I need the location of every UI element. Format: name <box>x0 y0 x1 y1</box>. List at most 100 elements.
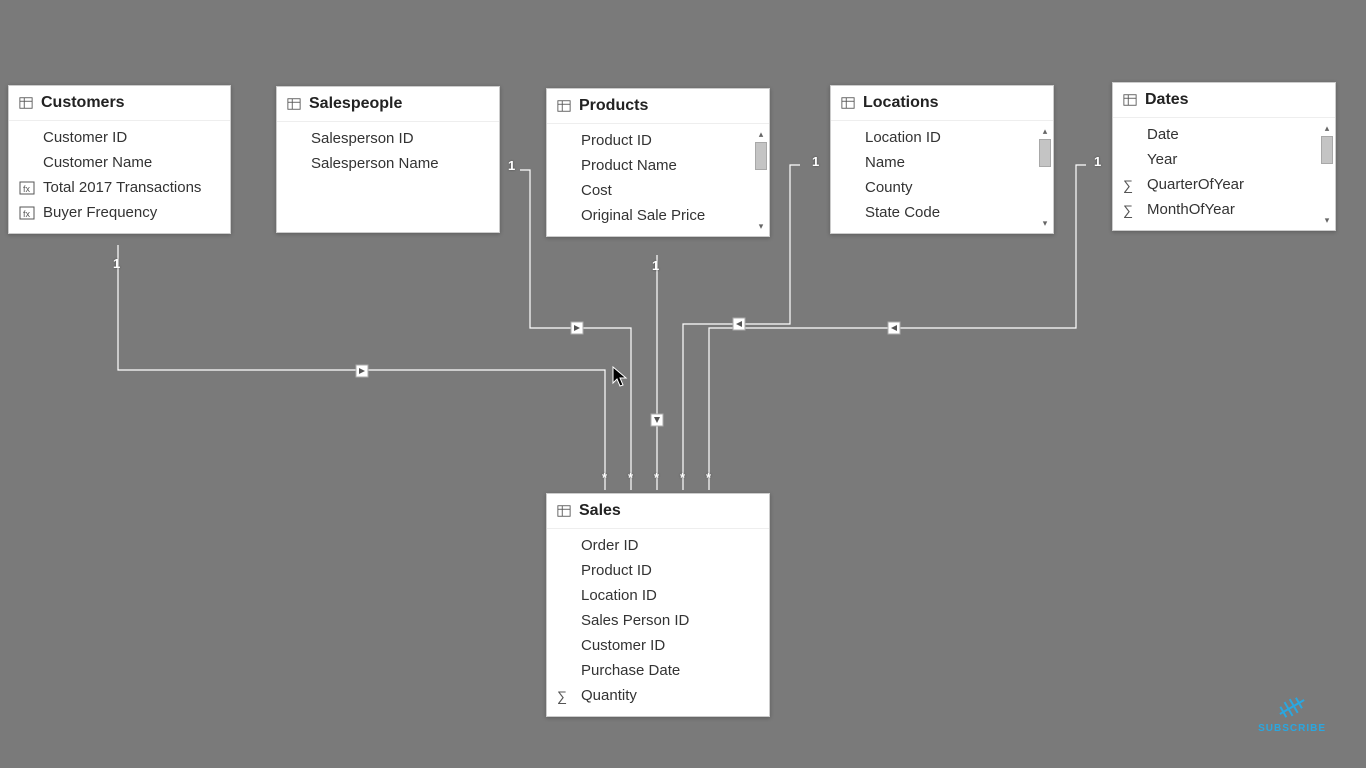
field-label: Customer ID <box>43 129 127 146</box>
field-label: Location ID <box>581 587 657 604</box>
scroll-down-icon[interactable]: ▾ <box>1039 217 1051 229</box>
scroll-thumb[interactable] <box>1321 136 1333 164</box>
field[interactable]: State Code <box>831 200 1053 225</box>
field[interactable]: Customer ID <box>547 633 769 658</box>
field[interactable]: Salesperson ID <box>277 126 499 151</box>
cardinality-one: 1 <box>113 256 120 271</box>
field[interactable]: Year <box>1113 147 1335 172</box>
table-sales[interactable]: Sales Order ID Product ID Location ID Sa… <box>546 493 770 717</box>
field[interactable]: fx Buyer Frequency <box>9 200 230 225</box>
table-dates[interactable]: Dates Date Year ∑ QuarterOfYear ∑ MonthO… <box>1112 82 1336 231</box>
field-label: Salesperson Name <box>311 155 439 172</box>
field-label: Cost <box>581 182 612 199</box>
field-label: QuarterOfYear <box>1147 176 1244 193</box>
svg-text:fx: fx <box>23 184 31 194</box>
scrollbar[interactable]: ▴ ▾ <box>1321 122 1333 226</box>
table-header[interactable]: Customers <box>9 86 230 121</box>
field[interactable]: Cost <box>547 178 769 203</box>
field-label: Total 2017 Transactions <box>43 179 201 196</box>
cardinality-one: 1 <box>652 258 659 273</box>
cardinality-one: 1 <box>1094 154 1101 169</box>
table-icon <box>841 96 855 110</box>
scrollbar[interactable]: ▴ ▾ <box>755 128 767 232</box>
field-label: County <box>865 179 913 196</box>
subscribe-icon <box>1272 693 1312 721</box>
field-label: Date <box>1147 126 1179 143</box>
table-title: Products <box>579 97 648 115</box>
field[interactable]: Location ID <box>831 125 1053 150</box>
cardinality-many: * <box>602 470 607 485</box>
scroll-down-icon[interactable]: ▾ <box>755 220 767 232</box>
field[interactable]: Sales Person ID <box>547 608 769 633</box>
table-locations[interactable]: Locations Location ID Name County State … <box>830 85 1054 234</box>
subscribe-label: SUBSCRIBE <box>1258 723 1326 734</box>
table-fields: Date Year ∑ QuarterOfYear ∑ MonthOfYear … <box>1113 118 1335 230</box>
cursor-icon <box>612 366 630 388</box>
table-icon <box>557 504 571 518</box>
field[interactable]: Order ID <box>547 533 769 558</box>
table-fields: Customer ID Customer Name fx Total 2017 … <box>9 121 230 233</box>
table-title: Salespeople <box>309 95 402 113</box>
field[interactable]: Name <box>831 150 1053 175</box>
measure-icon: fx <box>19 205 35 221</box>
table-title: Locations <box>863 94 939 112</box>
field[interactable]: ∑ Quantity <box>547 683 769 708</box>
table-header[interactable]: Products <box>547 89 769 124</box>
field-label: Quantity <box>581 687 637 704</box>
field[interactable]: Date <box>1113 122 1335 147</box>
field[interactable]: Customer Name <box>9 150 230 175</box>
table-customers[interactable]: Customers Customer ID Customer Name fx T… <box>8 85 231 234</box>
field-label: Buyer Frequency <box>43 204 157 221</box>
table-header[interactable]: Locations <box>831 86 1053 121</box>
svg-text:fx: fx <box>23 209 31 219</box>
table-header[interactable]: Sales <box>547 494 769 529</box>
field-label: MonthOfYear <box>1147 201 1235 218</box>
scrollbar[interactable]: ▴ ▾ <box>1039 125 1051 229</box>
table-icon <box>557 99 571 113</box>
field-label: Salesperson ID <box>311 130 414 147</box>
table-icon <box>1123 93 1137 107</box>
table-fields: Salesperson ID Salesperson Name <box>277 122 499 232</box>
field-label: Original Sale Price <box>581 207 705 224</box>
field[interactable]: Product Name <box>547 153 769 178</box>
field[interactable]: Original Sale Price <box>547 203 769 228</box>
field-label: State Code <box>865 204 940 221</box>
field-label: Sales Person ID <box>581 612 689 629</box>
scroll-thumb[interactable] <box>1039 139 1051 167</box>
cardinality-many: * <box>654 470 659 485</box>
table-fields: Location ID Name County State Code ▴ ▾ <box>831 121 1053 233</box>
scroll-down-icon[interactable]: ▾ <box>1321 214 1333 226</box>
table-icon <box>287 97 301 111</box>
table-title: Dates <box>1145 91 1189 109</box>
field[interactable]: Product ID <box>547 558 769 583</box>
table-icon <box>19 96 33 110</box>
table-fields: Product ID Product Name Cost Original Sa… <box>547 124 769 236</box>
field-label: Location ID <box>865 129 941 146</box>
table-title: Sales <box>579 502 621 520</box>
subscribe-watermark: SUBSCRIBE <box>1258 693 1326 734</box>
field[interactable]: Product ID <box>547 128 769 153</box>
scroll-thumb[interactable] <box>755 142 767 170</box>
field[interactable]: Purchase Date <box>547 658 769 683</box>
cardinality-many: * <box>680 470 685 485</box>
field-label: Name <box>865 154 905 171</box>
field-label: Order ID <box>581 537 639 554</box>
field[interactable]: Customer ID <box>9 125 230 150</box>
field-label: Purchase Date <box>581 662 680 679</box>
table-header[interactable]: Salespeople <box>277 87 499 122</box>
table-products[interactable]: Products Product ID Product Name Cost Or… <box>546 88 770 237</box>
field[interactable]: Salesperson Name <box>277 151 499 176</box>
field[interactable]: ∑ MonthOfYear <box>1113 197 1335 222</box>
cardinality-many: * <box>628 470 633 485</box>
field-label: Product ID <box>581 132 652 149</box>
field[interactable]: fx Total 2017 Transactions <box>9 175 230 200</box>
field[interactable]: County <box>831 175 1053 200</box>
field-label: Product Name <box>581 157 677 174</box>
table-salespeople[interactable]: Salespeople Salesperson ID Salesperson N… <box>276 86 500 233</box>
field[interactable]: ∑ QuarterOfYear <box>1113 172 1335 197</box>
measure-icon: fx <box>19 180 35 196</box>
table-header[interactable]: Dates <box>1113 83 1335 118</box>
field[interactable]: Location ID <box>547 583 769 608</box>
field-label: Customer ID <box>581 637 665 654</box>
cardinality-one: 1 <box>508 158 515 173</box>
